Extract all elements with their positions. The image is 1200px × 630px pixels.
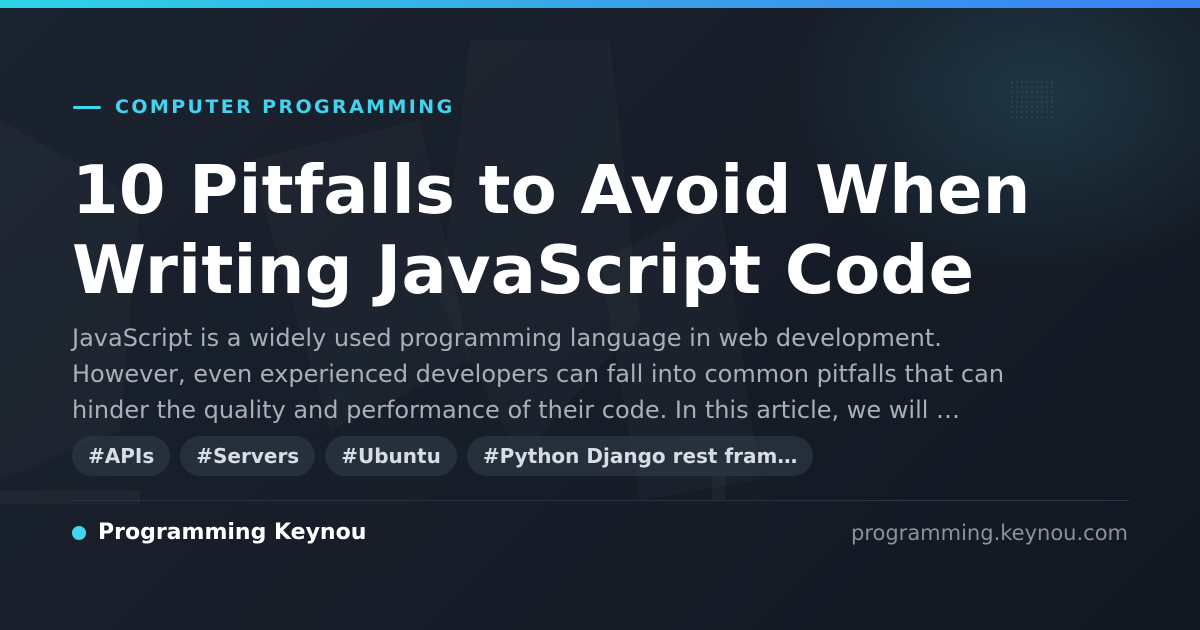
tag-servers: #Servers — [180, 436, 316, 476]
description-line-2: However, even experienced developers can… — [72, 360, 1005, 388]
footer-divider — [72, 500, 1129, 501]
category-label: COMPUTER PROGRAMMING — [115, 96, 455, 118]
title-line-2: Writing JavaScript Code — [72, 231, 975, 309]
dot-icon — [72, 526, 86, 540]
description-line-1: JavaScript is a widely used programming … — [72, 324, 942, 352]
tag-ubuntu: #Ubuntu — [325, 436, 457, 476]
faint-stripe — [0, 490, 140, 504]
category: COMPUTER PROGRAMMING — [73, 95, 455, 119]
brand: Programming Keynou — [72, 518, 366, 548]
tag-list: #APIs #Servers #Ubuntu #Python Django re… — [72, 436, 814, 476]
article-description: JavaScript is a widely used programming … — [72, 320, 1122, 428]
article-title: 10 Pitfalls to Avoid When Writing JavaSc… — [72, 150, 1152, 310]
brand-name: Programming Keynou — [98, 520, 367, 545]
tag-apis: #APIs — [72, 436, 171, 476]
accent-line-icon — [73, 105, 101, 109]
dot-pattern — [1010, 80, 1055, 120]
social-share-card: COMPUTER PROGRAMMING 10 Pitfalls to Avoi… — [0, 0, 1200, 630]
tag-python-django: #Python Django rest fram… — [466, 436, 814, 476]
description-line-3: hinder the quality and performance of th… — [72, 396, 961, 424]
site-domain: programming.keynou.com — [851, 521, 1128, 545]
title-line-1: 10 Pitfalls to Avoid When — [72, 151, 1031, 229]
